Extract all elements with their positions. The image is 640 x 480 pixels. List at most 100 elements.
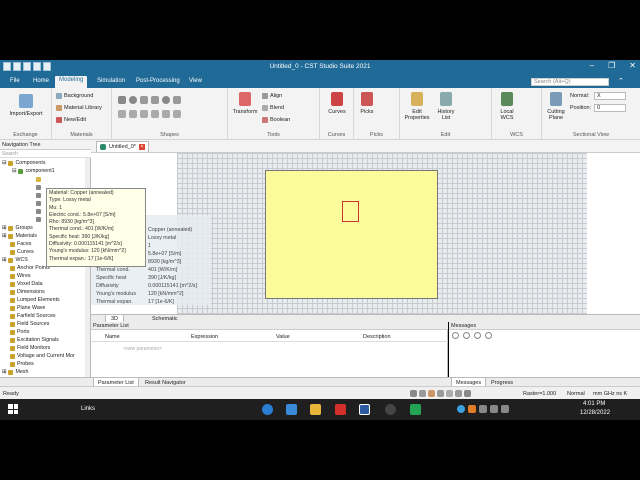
tree-item-groups[interactable]: ⊞ Groups <box>2 224 33 232</box>
history-list-button[interactable]: History List <box>434 92 458 122</box>
cutting-plane-button[interactable]: Cutting Plane <box>544 92 568 122</box>
tree-item-mesh[interactable]: ⊞ Mesh <box>2 368 28 376</box>
warning-icon[interactable] <box>474 332 481 339</box>
background-button[interactable]: Background <box>56 93 93 99</box>
doc-tab-untitled[interactable]: Untitled_0* × <box>96 141 149 152</box>
expand-icon[interactable]: ⊞ <box>2 257 6 263</box>
edit-properties-button[interactable]: Edit Properties <box>402 92 432 122</box>
search-icon[interactable]: ⌕ <box>600 77 604 85</box>
tree-search-input[interactable]: Search <box>0 150 91 158</box>
tree-item-solid[interactable] <box>36 215 41 223</box>
pan-icon[interactable] <box>428 390 435 397</box>
col-expression[interactable]: Expression <box>191 334 218 340</box>
minimize-button[interactable]: – <box>590 61 594 70</box>
clear-icon[interactable] <box>452 332 459 339</box>
tree-item-solid[interactable] <box>36 183 41 191</box>
copper-brick[interactable] <box>265 170 438 299</box>
view-icon[interactable] <box>410 390 417 397</box>
tree-item-ports[interactable]: Ports <box>10 328 29 336</box>
tree-item-voxel-data[interactable]: Voxel Data <box>10 280 43 288</box>
tree-item-materials[interactable]: ⊞ Materials <box>2 232 37 240</box>
align-button[interactable]: Align <box>262 93 282 99</box>
selected-face-outline[interactable] <box>342 201 359 222</box>
clock-time[interactable]: 4:01 PM <box>583 401 605 407</box>
tree-item-faces[interactable]: Faces <box>10 240 31 248</box>
tree-item-solid[interactable] <box>36 207 41 215</box>
cylinder-icon[interactable] <box>140 96 148 104</box>
brick-icon[interactable] <box>118 96 126 104</box>
tab-post-processing[interactable]: Post-Processing <box>132 77 184 85</box>
tree-item-component1[interactable]: ⊟ component1 <box>12 167 55 175</box>
wps-icon[interactable] <box>335 404 346 415</box>
cst-taskbar-icon[interactable] <box>359 404 370 415</box>
tree-item-solid[interactable] <box>36 199 41 207</box>
blend-button[interactable]: Blend <box>262 105 284 111</box>
new-parameter-row[interactable]: <new parameter> <box>123 346 162 352</box>
position-input[interactable]: 0 <box>594 104 626 112</box>
expand-icon[interactable]: ⊟ <box>12 168 16 174</box>
expand-icon[interactable]: ⊞ <box>2 369 6 375</box>
expand-icon[interactable]: ⊞ <box>2 233 6 239</box>
fit-icon[interactable] <box>446 390 453 397</box>
tree-item-curves[interactable]: Curves <box>10 248 34 256</box>
tree-item-anchor-points[interactable]: Anchor Points <box>10 264 50 272</box>
rotate-icon[interactable] <box>118 110 126 118</box>
chrome-icon[interactable] <box>457 405 465 413</box>
tree-item-wcs[interactable]: ⊞ WCS <box>2 256 28 264</box>
col-name[interactable]: Name <box>105 334 120 340</box>
clock-date[interactable]: 12/28/2022 <box>580 410 610 416</box>
tree-item-solid[interactable] <box>36 191 41 199</box>
tab-file[interactable]: File <box>6 77 24 85</box>
meet-icon[interactable] <box>410 404 421 415</box>
shape-more-icon[interactable] <box>162 110 170 118</box>
maximize-button[interactable]: ❐ <box>608 61 615 70</box>
tab-view[interactable]: View <box>185 77 206 85</box>
close-tab-icon[interactable]: × <box>138 144 145 150</box>
tree-item-plane-wave[interactable]: Plane Wave <box>10 304 45 312</box>
boolean-button[interactable]: Boolean <box>262 117 290 123</box>
bond-wire-icon[interactable] <box>151 110 159 118</box>
edge-icon[interactable] <box>262 404 273 415</box>
tray-icon[interactable] <box>479 405 487 413</box>
close-button[interactable]: ✕ <box>629 61 636 70</box>
media-icon[interactable] <box>385 404 396 415</box>
file-explorer-icon[interactable] <box>310 404 321 415</box>
sphere-icon[interactable] <box>129 96 137 104</box>
grid-icon[interactable] <box>455 390 462 397</box>
tree-item-lumped-elements[interactable]: Lumped Elements <box>10 296 60 304</box>
tab-home[interactable]: Home <box>29 77 53 85</box>
cone-icon[interactable] <box>151 96 159 104</box>
tree-item-dimensions[interactable]: Dimensions <box>10 288 45 296</box>
zoom-icon[interactable] <box>419 390 426 397</box>
rotate-view-icon[interactable] <box>437 390 444 397</box>
3d-viewport[interactable]: Copper (annealed) Lossy metal 1 5.8e+07 … <box>91 153 640 314</box>
material-library-button[interactable]: Material Library <box>56 105 102 111</box>
tree-item-probes[interactable]: Probes <box>10 360 34 368</box>
tree-item-voltage-current-monitors[interactable]: Voltage and Current Mor <box>10 352 75 360</box>
info-icon[interactable] <box>463 332 470 339</box>
expand-icon[interactable]: ⊟ <box>2 160 6 166</box>
links-toolbar[interactable]: Links <box>81 406 95 412</box>
tab-simulation[interactable]: Simulation <box>93 77 129 85</box>
tree-horizontal-scrollbar[interactable] <box>0 377 91 386</box>
curves-button[interactable]: Curves <box>322 92 352 115</box>
normal-select[interactable]: X <box>594 92 626 100</box>
weather-icon[interactable] <box>468 405 476 413</box>
expand-icon[interactable]: ⊞ <box>2 225 6 231</box>
col-description[interactable]: Description <box>363 334 391 340</box>
wcs-icon[interactable] <box>464 390 471 397</box>
tree-item-field-sources[interactable]: Field Sources <box>10 320 49 328</box>
tree-item-solid[interactable] <box>36 175 41 183</box>
tree-item-wires[interactable]: Wires <box>10 272 31 280</box>
shell-icon[interactable] <box>140 110 148 118</box>
tree-item-field-monitors[interactable]: Field Monitors <box>10 344 50 352</box>
transform-button[interactable]: Transform <box>230 92 260 115</box>
tree-item-farfield-sources[interactable]: Farfield Sources <box>10 312 56 320</box>
chevron-up-icon[interactable]: ⌃ <box>618 77 624 85</box>
volume-icon[interactable] <box>501 405 509 413</box>
start-icon[interactable] <box>8 404 18 414</box>
new-edit-button[interactable]: New/Edit <box>56 117 86 123</box>
loft-icon[interactable] <box>129 110 137 118</box>
analytic-face-icon[interactable] <box>173 110 181 118</box>
tree-item-excitation-signals[interactable]: Excitation Signals <box>10 336 59 344</box>
